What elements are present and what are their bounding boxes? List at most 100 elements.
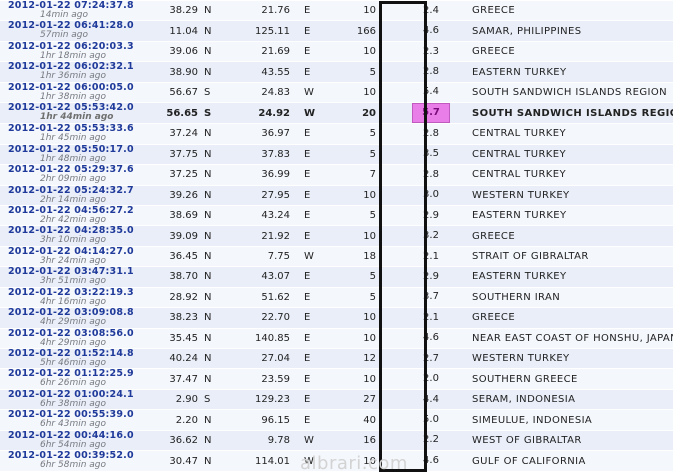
table-row: 2012-01-22 06:02:32.1 1hr 36min ago 38.90 N… bbox=[0, 61, 673, 83]
longitude-hemisphere-cell: W bbox=[290, 245, 354, 267]
longitude-cell: 96.15 bbox=[236, 409, 290, 431]
latitude-hemisphere-cell: N bbox=[198, 204, 236, 226]
date-cell: 2012-01-22 06:02:32.1 1hr 36min ago bbox=[0, 61, 138, 83]
region-cell: SOUTH SANDWICH ISLANDS REGION bbox=[472, 81, 673, 103]
table-row: 2012-01-22 05:24:32.7 2hr 14min ago 39.26 N… bbox=[0, 184, 673, 206]
spacer-cell bbox=[376, 81, 412, 103]
time-ago-label: 1hr 44min ago bbox=[40, 112, 114, 123]
spacer-cell bbox=[376, 225, 412, 247]
spacer-cell bbox=[450, 347, 472, 369]
depth-cell: 10 bbox=[354, 307, 376, 329]
spacer-cell bbox=[450, 429, 472, 451]
longitude-hemisphere-cell: E bbox=[290, 286, 354, 308]
latitude-cell: 35.45 bbox=[138, 327, 198, 349]
region-cell: GREECE bbox=[472, 0, 673, 21]
region-cell: SAMAR, PHILIPPINES bbox=[472, 20, 673, 42]
latitude-hemisphere-cell: N bbox=[198, 164, 236, 185]
spacer-cell bbox=[376, 327, 412, 349]
table-row: 2012-01-22 05:53:33.6 1hr 45min ago 37.24 N… bbox=[0, 123, 673, 145]
magnitude-cell: 5.4 bbox=[412, 81, 450, 103]
spacer-cell bbox=[450, 20, 472, 42]
table-row: 2012-01-22 06:41:28.0 57min ago 11.04 N 125.… bbox=[0, 20, 673, 42]
longitude-cell: 22.70 bbox=[236, 307, 290, 329]
latitude-hemisphere-cell: N bbox=[198, 429, 236, 451]
date-cell: 2012-01-22 05:24:32.7 2hr 14min ago bbox=[0, 184, 138, 206]
depth-cell: 12 bbox=[354, 347, 376, 369]
spacer-cell bbox=[450, 102, 472, 124]
magnitude-value: 5.0 bbox=[423, 414, 439, 426]
magnitude-value: 2.9 bbox=[423, 209, 439, 221]
longitude-cell: 27.04 bbox=[236, 347, 290, 369]
region-cell: NEAR EAST COAST OF HONSHU, JAPAN bbox=[472, 327, 673, 349]
longitude-cell: 37.83 bbox=[236, 143, 290, 165]
spacer-cell bbox=[450, 61, 472, 83]
latitude-cell: 2.20 bbox=[138, 409, 198, 431]
region-cell: STRAIT OF GIBRALTAR bbox=[472, 245, 673, 267]
spacer-cell bbox=[376, 388, 412, 410]
spacer-cell bbox=[450, 164, 472, 185]
table-row: 2012-01-22 05:29:37.6 2hr 09min ago 37.25 N… bbox=[0, 164, 673, 185]
date-cell: 2012-01-22 04:14:27.0 3hr 24min ago bbox=[0, 245, 138, 267]
region-cell: SOUTHERN GREECE bbox=[472, 368, 673, 390]
region-cell: GREECE bbox=[472, 307, 673, 329]
longitude-hemisphere-cell: E bbox=[290, 0, 354, 21]
table-row: 2012-01-22 04:56:27.2 2hr 42min ago 38.69 N… bbox=[0, 204, 673, 226]
longitude-hemisphere-cell: W bbox=[290, 102, 354, 124]
time-ago-label: 6hr 38min ago bbox=[40, 398, 107, 409]
spacer-cell bbox=[376, 245, 412, 267]
region-cell: WEST OF GIBRALTAR bbox=[472, 429, 673, 451]
longitude-hemisphere-cell: E bbox=[290, 184, 354, 206]
magnitude-value: 2.7 bbox=[423, 352, 439, 364]
time-ago-label: 3hr 10min ago bbox=[40, 235, 107, 246]
date-cell: 2012-01-22 03:22:19.3 4hr 16min ago bbox=[0, 286, 138, 308]
table-row: 2012-01-22 01:00:24.1 6hr 38min ago 2.90 S 1… bbox=[0, 388, 673, 410]
magnitude-value: 2.8 bbox=[423, 168, 439, 180]
longitude-cell: 125.11 bbox=[236, 20, 290, 42]
region-cell: WESTERN TURKEY bbox=[472, 347, 673, 369]
magnitude-cell: 2.1 bbox=[412, 245, 450, 267]
latitude-cell: 28.92 bbox=[138, 286, 198, 308]
depth-cell: 10 bbox=[354, 184, 376, 206]
latitude-hemisphere-cell: N bbox=[198, 0, 236, 21]
spacer-cell bbox=[450, 0, 472, 21]
longitude-cell: 43.07 bbox=[236, 266, 290, 288]
latitude-hemisphere-cell: N bbox=[198, 61, 236, 83]
longitude-hemisphere-cell: E bbox=[290, 327, 354, 349]
latitude-cell: 30.47 bbox=[138, 450, 198, 472]
magnitude-cell: 3.0 bbox=[412, 184, 450, 206]
table-row: 2012-01-22 05:50:17.0 1hr 48min ago 37.75 N… bbox=[0, 143, 673, 165]
depth-cell: 27 bbox=[354, 388, 376, 410]
latitude-cell: 56.65 bbox=[138, 102, 198, 124]
time-ago-label: 4hr 29min ago bbox=[40, 337, 107, 348]
time-ago-label: 6hr 54min ago bbox=[40, 439, 107, 450]
magnitude-cell: 2.2 bbox=[412, 429, 450, 451]
depth-cell: 10 bbox=[354, 0, 376, 21]
table-row: 2012-01-22 04:14:27.0 3hr 24min ago 36.45 N… bbox=[0, 245, 673, 267]
watermark: albrari.com bbox=[300, 453, 408, 474]
table-row: 2012-01-22 03:22:19.3 4hr 16min ago 28.92 N… bbox=[0, 286, 673, 308]
latitude-hemisphere-cell: N bbox=[198, 184, 236, 206]
latitude-hemisphere-cell: S bbox=[198, 388, 236, 410]
longitude-hemisphere-cell: E bbox=[290, 20, 354, 42]
region-cell: SOUTHERN IRAN bbox=[472, 286, 673, 308]
depth-cell: 5 bbox=[354, 61, 376, 83]
magnitude-value: 2.8 bbox=[423, 127, 439, 139]
latitude-cell: 39.06 bbox=[138, 40, 198, 62]
longitude-hemisphere-cell: E bbox=[290, 368, 354, 390]
region-cell: GREECE bbox=[472, 225, 673, 247]
longitude-hemisphere-cell: E bbox=[290, 409, 354, 431]
spacer-cell bbox=[450, 368, 472, 390]
event-datetime-link[interactable]: 2012-01-22 05:24:32.7 bbox=[8, 186, 138, 195]
table-row: 2012-01-22 05:53:42.0 1hr 44min ago 56.65 S… bbox=[0, 102, 673, 124]
spacer-cell bbox=[376, 123, 412, 145]
longitude-hemisphere-cell: E bbox=[290, 266, 354, 288]
region-cell: GREECE bbox=[472, 40, 673, 62]
spacer-cell bbox=[376, 409, 412, 431]
magnitude-cell: 2.8 bbox=[412, 164, 450, 185]
region-cell: CENTRAL TURKEY bbox=[472, 123, 673, 145]
magnitude-value: 2.1 bbox=[423, 311, 439, 323]
table-row: 2012-01-22 01:12:25.9 6hr 26min ago 37.47 N… bbox=[0, 368, 673, 390]
longitude-cell: 9.78 bbox=[236, 429, 290, 451]
region-cell: SERAM, INDONESIA bbox=[472, 388, 673, 410]
date-cell: 2012-01-22 03:09:08.8 4hr 29min ago bbox=[0, 307, 138, 329]
